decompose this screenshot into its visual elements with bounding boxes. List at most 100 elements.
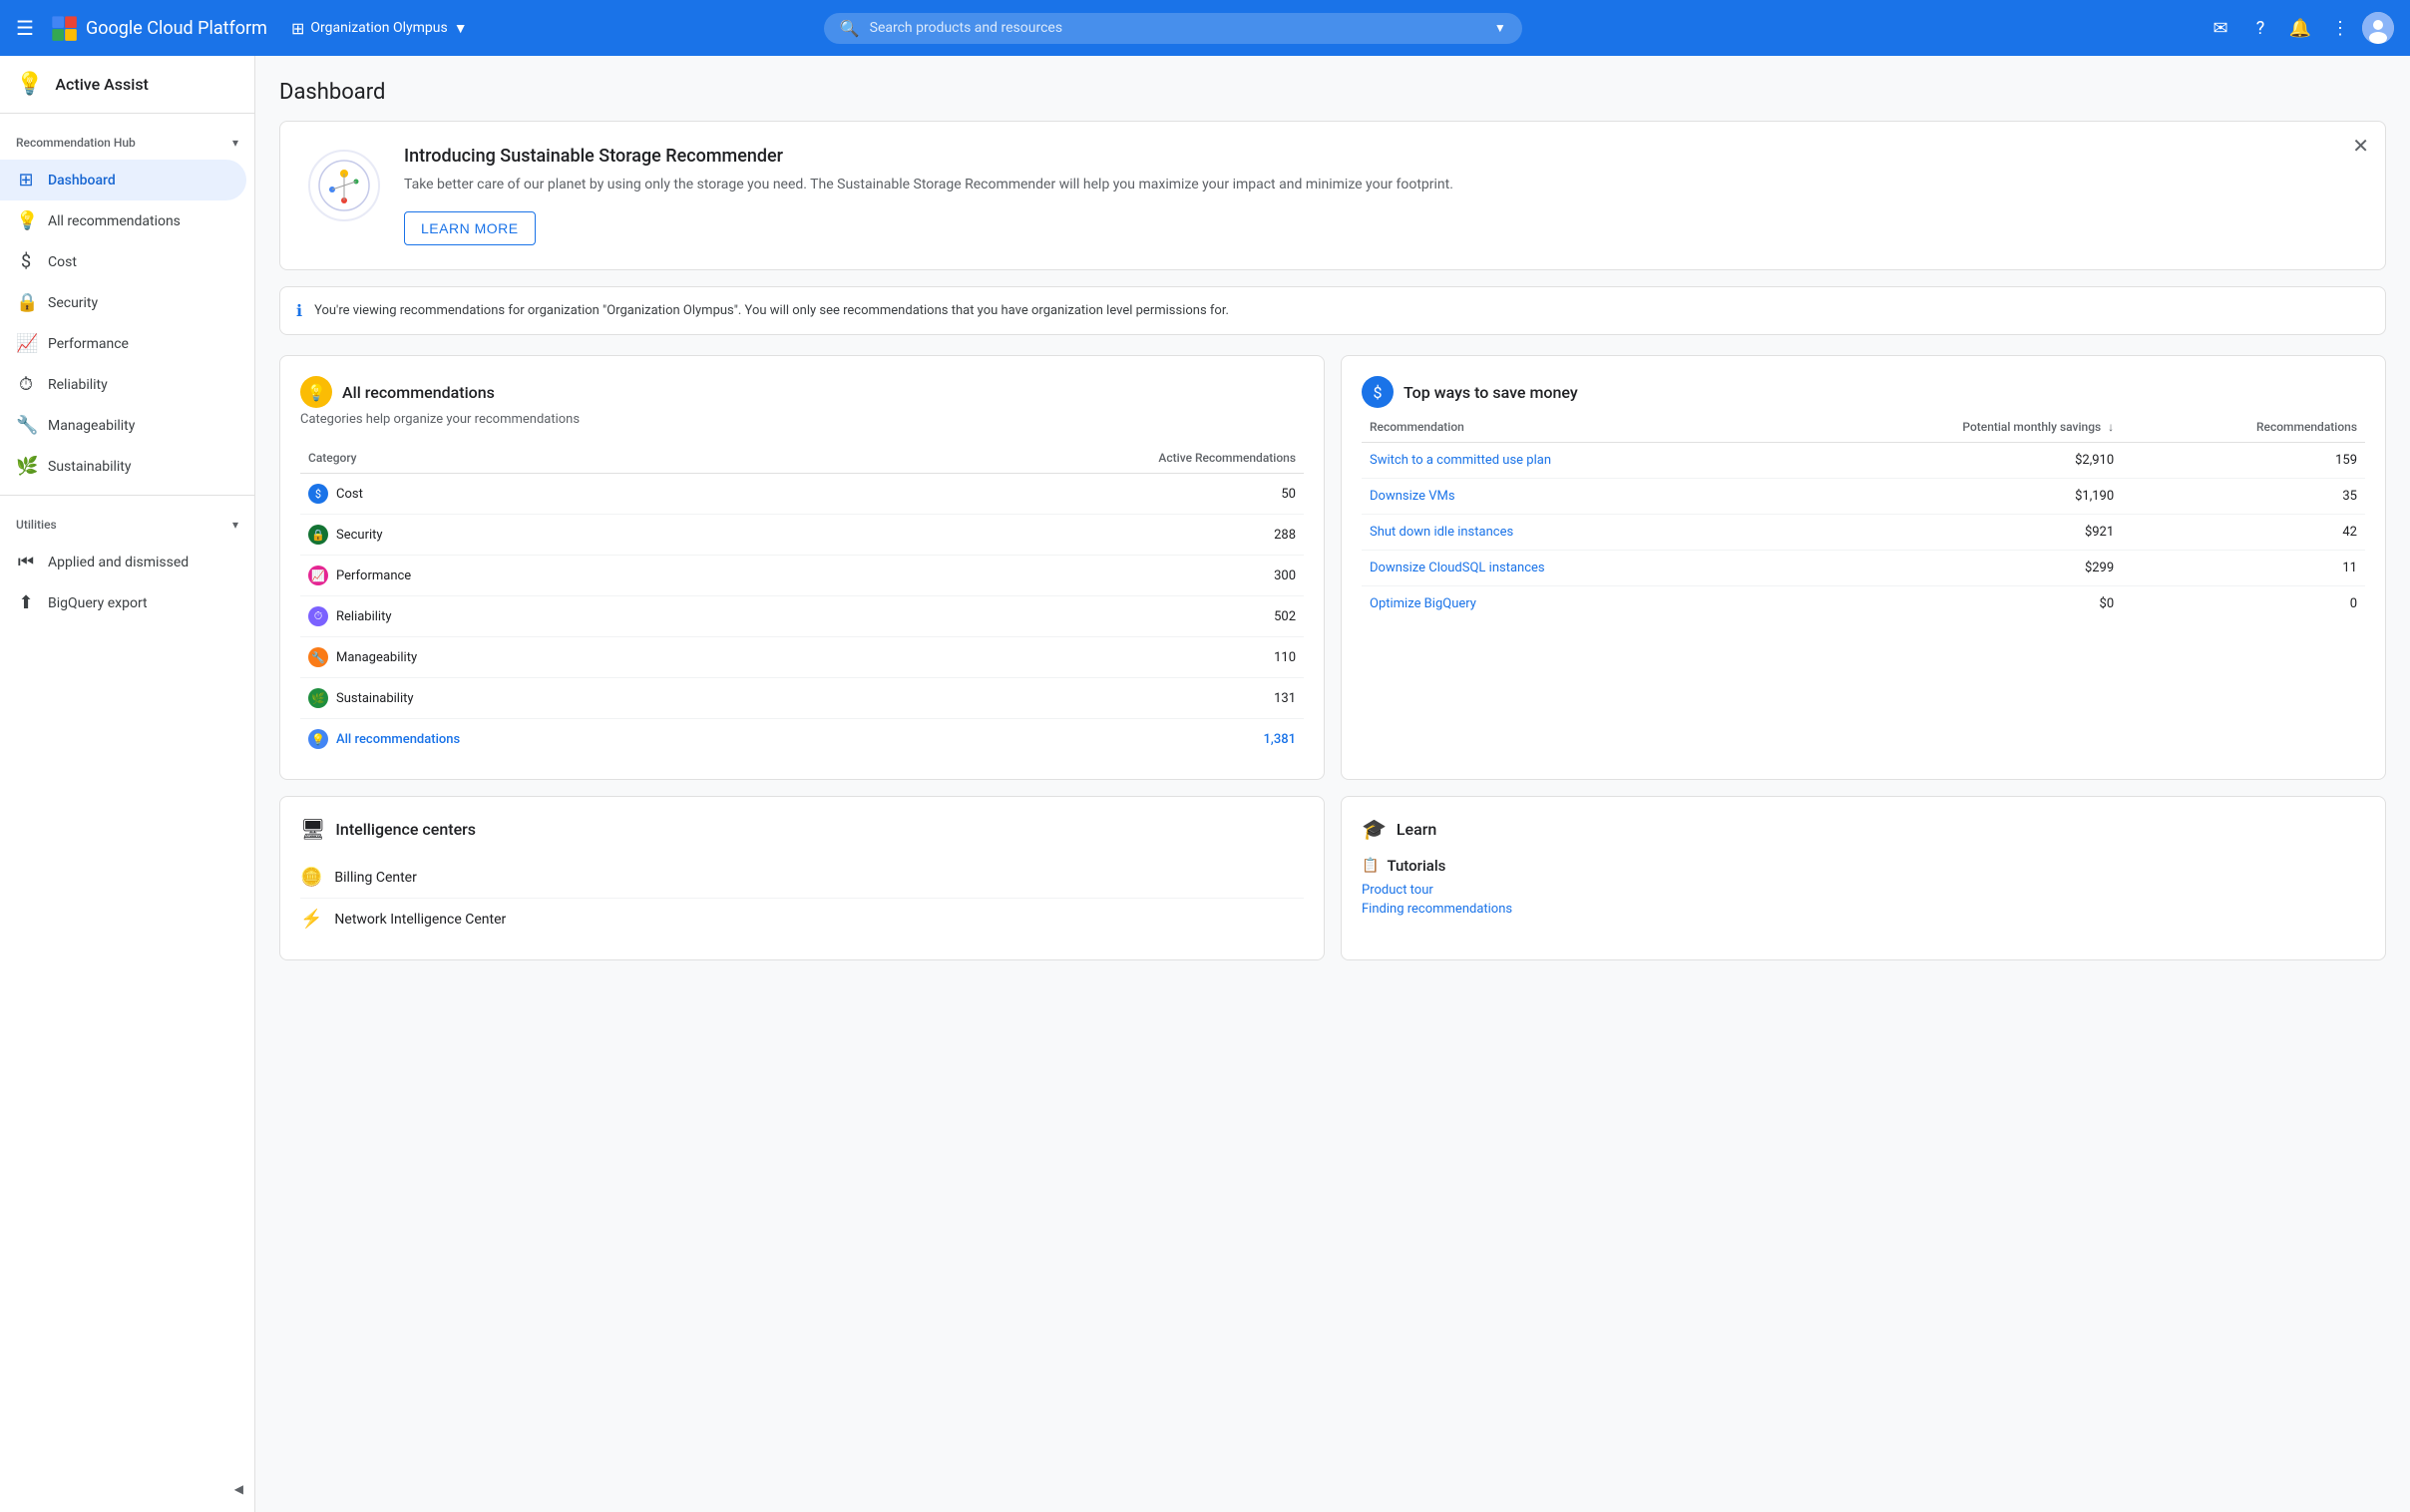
- intelligence-centers-title-row: 🖥 Intelligence centers: [300, 817, 1304, 841]
- sidebar-item-all-recommendations[interactable]: 💡 All recommendations: [0, 200, 246, 241]
- top-savings-card: $ Top ways to save money Recommendation …: [1341, 355, 2386, 780]
- notifications-icon-btn[interactable]: 🔔: [2282, 10, 2318, 46]
- finding-recommendations-link[interactable]: Finding recommendations: [1362, 900, 2365, 919]
- org-chevron-icon: ▼: [454, 20, 468, 37]
- sidebar-item-cost-label: Cost: [48, 254, 77, 270]
- bigquery-export-icon: ⬆: [16, 592, 36, 613]
- intelligence-centers-title: Intelligence centers: [335, 820, 476, 839]
- layout: 💡 Active Assist Recommendation Hub ▾ ⊞ D…: [0, 56, 2410, 1512]
- savings-name-cell[interactable]: Optimize BigQuery: [1362, 586, 1774, 622]
- sidebar-item-dashboard[interactable]: ⊞ Dashboard: [0, 160, 246, 200]
- search-placeholder: Search products and resources: [870, 20, 1494, 36]
- more-options-icon-btn[interactable]: ⋮: [2322, 10, 2358, 46]
- rec-count-cell: 300: [825, 556, 1304, 596]
- network-intelligence-label: Network Intelligence Center: [334, 912, 506, 928]
- category-cell[interactable]: 🔒 Security: [300, 515, 825, 556]
- billing-center-label: Billing Center: [334, 870, 416, 886]
- sidebar-item-applied-dismissed[interactable]: ⏮ Applied and dismissed: [0, 542, 246, 582]
- savings-name-cell[interactable]: Shut down idle instances: [1362, 515, 1774, 551]
- top-savings-card-title: Top ways to save money: [1404, 383, 1578, 402]
- sidebar: 💡 Active Assist Recommendation Hub ▾ ⊞ D…: [0, 56, 255, 1512]
- org-selector[interactable]: ⊞ Organization Olympus ▼: [283, 15, 476, 42]
- table-row: Downsize VMs $1,190 35: [1362, 479, 2365, 515]
- recommendation-hub-header[interactable]: Recommendation Hub ▾: [0, 122, 254, 160]
- category-cell[interactable]: $ Cost: [300, 474, 825, 515]
- email-icon-btn[interactable]: ✉: [2203, 10, 2238, 46]
- table-row: 💡 All recommendations 1,381: [300, 719, 1304, 760]
- sidebar-item-manageability-label: Manageability: [48, 418, 135, 434]
- sidebar-item-sustainability-label: Sustainability: [48, 459, 131, 475]
- sidebar-item-manageability[interactable]: 🔧 Manageability: [0, 405, 246, 446]
- sidebar-item-all-recommendations-label: All recommendations: [48, 213, 181, 229]
- search-bar[interactable]: 🔍 Search products and resources ▼: [824, 13, 1522, 44]
- utilities-label: Utilities: [16, 518, 57, 532]
- savings-amount-cell: $2,910: [1774, 443, 2123, 479]
- sidebar-item-bigquery-export[interactable]: ⬆ BigQuery export: [0, 582, 246, 623]
- sidebar-item-security[interactable]: 🔒 Security: [0, 282, 246, 323]
- savings-name-cell[interactable]: Downsize VMs: [1362, 479, 1774, 515]
- all-recommendations-card-title: All recommendations: [342, 383, 495, 402]
- gcp-title: Google Cloud Platform: [86, 18, 267, 39]
- savings-amount-header: Potential monthly savings ↓: [1774, 412, 2123, 443]
- learn-icon: 🎓: [1362, 817, 1387, 841]
- top-savings-card-icon: $: [1362, 376, 1394, 408]
- org-name: Organization Olympus: [310, 20, 447, 36]
- rec-count-cell: 110: [825, 637, 1304, 678]
- sidebar-item-performance[interactable]: 📈 Performance: [0, 323, 246, 364]
- network-intelligence-item[interactable]: ⚡ Network Intelligence Center: [300, 899, 1304, 940]
- tutorials-section: 📋 Tutorials Product tour Finding recomme…: [1362, 857, 2365, 919]
- sidebar-item-dashboard-label: Dashboard: [48, 173, 116, 189]
- sidebar-collapse-btn[interactable]: ◀: [234, 1482, 243, 1496]
- rec-count-cell: 50: [825, 474, 1304, 515]
- search-chevron-icon: ▼: [1494, 21, 1506, 35]
- utilities-chevron-icon: ▾: [232, 518, 238, 532]
- savings-amount-cell: $0: [1774, 586, 2123, 622]
- product-tour-link[interactable]: Product tour: [1362, 881, 2365, 900]
- category-cell[interactable]: 📈 Performance: [300, 556, 825, 596]
- sidebar-brand-text: Active Assist: [55, 75, 148, 94]
- category-cell[interactable]: ⏱ Reliability: [300, 596, 825, 637]
- savings-count-cell: 0: [2122, 586, 2365, 622]
- banner-content: Introducing Sustainable Storage Recommen…: [404, 146, 2361, 245]
- banner-close-button[interactable]: ✕: [2352, 134, 2369, 158]
- avatar-image: [2362, 12, 2394, 44]
- all-recommendations-card: 💡 All recommendations Categories help or…: [279, 355, 1325, 780]
- savings-sort-icon[interactable]: ↓: [2108, 420, 2114, 434]
- banner-image: [304, 146, 384, 225]
- savings-name-cell[interactable]: Switch to a committed use plan: [1362, 443, 1774, 479]
- sidebar-item-sustainability[interactable]: 🌿 Sustainability: [0, 446, 246, 487]
- learn-title-row: 🎓 Learn: [1362, 817, 2365, 841]
- savings-count-cell: 159: [2122, 443, 2365, 479]
- sidebar-item-reliability[interactable]: ⏱ Reliability: [0, 364, 246, 405]
- help-icon-btn[interactable]: ?: [2242, 10, 2278, 46]
- sidebar-item-cost[interactable]: $ Cost: [0, 241, 246, 282]
- gcp-logo-icon: [50, 14, 78, 42]
- all-recommendations-card-subtitle: Categories help organize your recommenda…: [300, 412, 1304, 427]
- reliability-icon: ⏱: [16, 374, 36, 395]
- rec-count-cell: 288: [825, 515, 1304, 556]
- category-cell[interactable]: 🔧 Manageability: [300, 637, 825, 678]
- savings-amount-cell: $1,190: [1774, 479, 2123, 515]
- rec-count-cell: 1,381: [825, 719, 1304, 760]
- nav-logo: Google Cloud Platform: [50, 14, 267, 42]
- info-icon: ℹ: [296, 301, 302, 320]
- billing-center-item[interactable]: 🪙 Billing Center: [300, 857, 1304, 899]
- avatar[interactable]: [2362, 12, 2394, 44]
- hamburger-menu[interactable]: ☰: [16, 16, 34, 40]
- all-recommendations-card-icon: 💡: [300, 376, 332, 408]
- learn-more-button[interactable]: LEARN MORE: [404, 211, 536, 245]
- savings-count-header: Recommendations: [2122, 412, 2365, 443]
- cards-grid: 💡 All recommendations Categories help or…: [279, 355, 2386, 780]
- learn-title: Learn: [1397, 820, 1436, 839]
- sidebar-item-security-label: Security: [48, 295, 98, 311]
- category-header: Category: [300, 443, 825, 474]
- table-row: Shut down idle instances $921 42: [1362, 515, 2365, 551]
- table-row: Switch to a committed use plan $2,910 15…: [1362, 443, 2365, 479]
- category-cell[interactable]: 🌿 Sustainability: [300, 678, 825, 719]
- savings-name-cell[interactable]: Downsize CloudSQL instances: [1362, 551, 1774, 586]
- sustainable-storage-banner: Introducing Sustainable Storage Recommen…: [279, 121, 2386, 270]
- category-cell[interactable]: 💡 All recommendations: [300, 719, 825, 760]
- utilities-header[interactable]: Utilities ▾: [0, 504, 254, 542]
- banner-desc: Take better care of our planet by using …: [404, 175, 2361, 195]
- sidebar-item-applied-dismissed-label: Applied and dismissed: [48, 555, 189, 570]
